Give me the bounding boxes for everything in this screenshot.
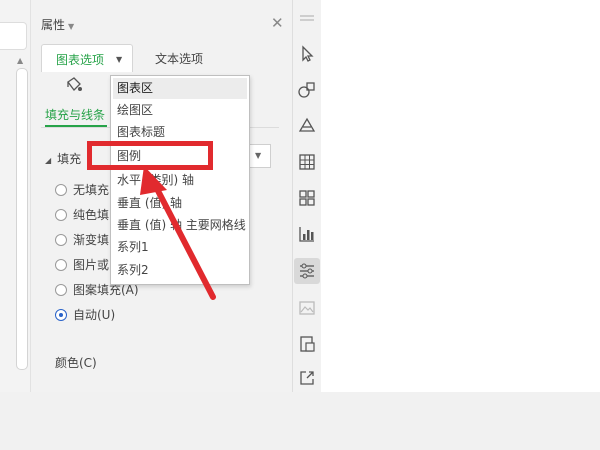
table-icon[interactable] bbox=[297, 152, 317, 172]
shapes-icon[interactable] bbox=[297, 80, 317, 100]
properties-icon[interactable] bbox=[294, 258, 320, 284]
chart-icon[interactable] bbox=[297, 224, 317, 244]
right-toolbar bbox=[292, 0, 321, 392]
fill-icon[interactable] bbox=[297, 116, 317, 136]
export-icon[interactable] bbox=[297, 368, 317, 388]
select-arrow-icon[interactable] bbox=[297, 44, 317, 64]
image-icon[interactable] bbox=[297, 298, 317, 318]
grid-icon[interactable] bbox=[297, 188, 317, 208]
page-icon[interactable] bbox=[297, 334, 317, 354]
grip-icon bbox=[300, 15, 314, 21]
